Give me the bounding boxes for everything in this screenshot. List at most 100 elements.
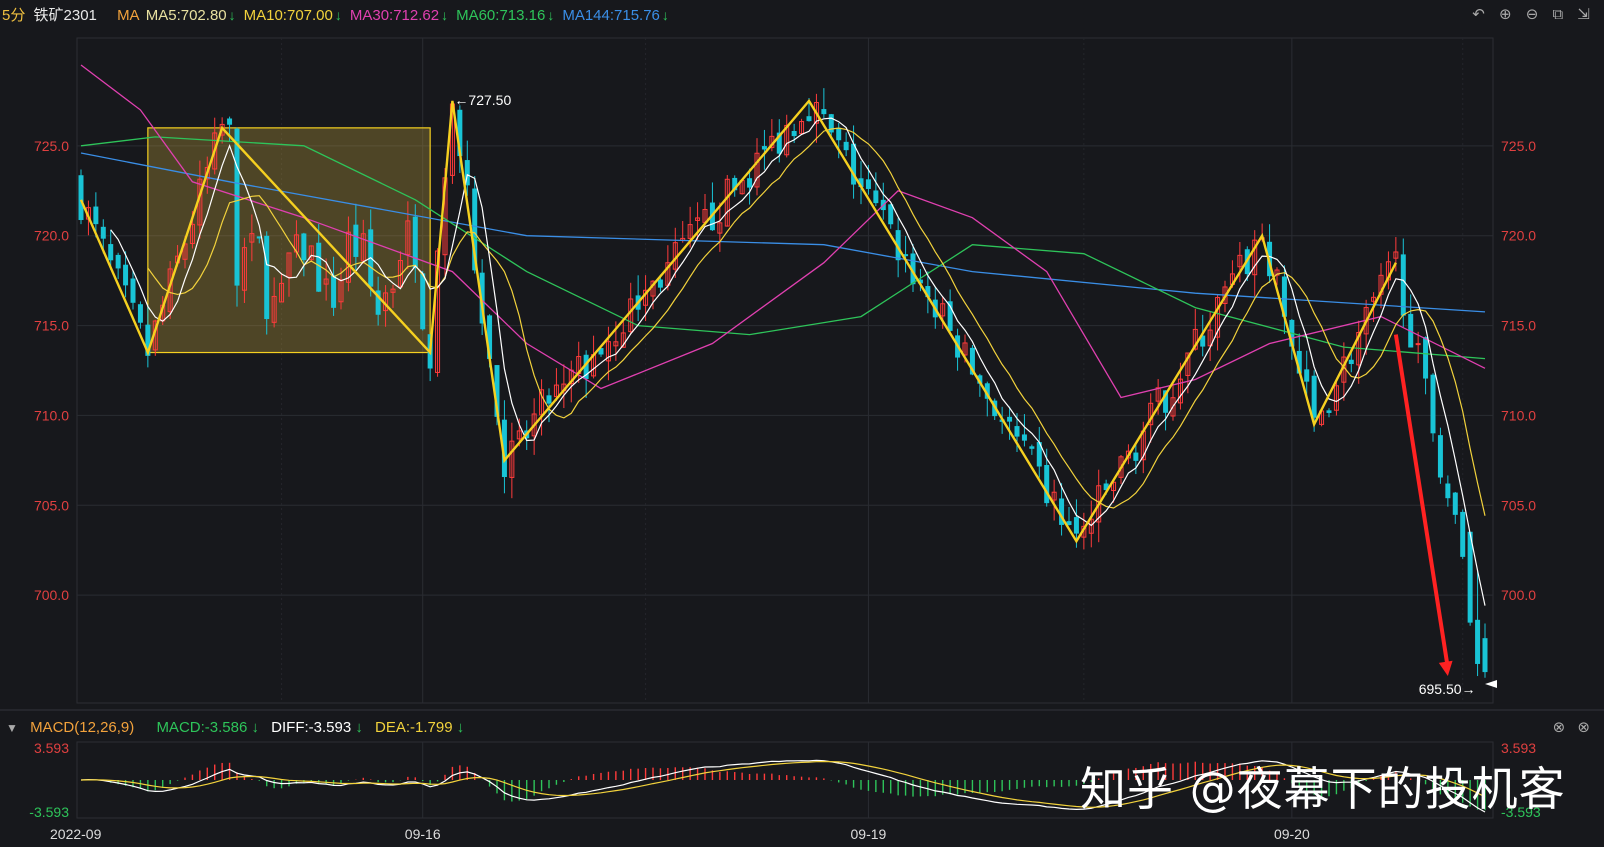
- candle-body: [1073, 517, 1079, 534]
- candle-body: [1007, 416, 1013, 422]
- y-tick-label-left: 710.0: [34, 407, 69, 423]
- candle-body: [100, 226, 106, 239]
- zoom-out-icon[interactable]: ⊖: [1526, 0, 1539, 30]
- candle-body: [1348, 359, 1354, 365]
- y-tick-label-right: 725.0: [1501, 138, 1536, 154]
- chart-toolbar: ↶ ⊕ ⊖ ⧉ ⇲: [1462, 0, 1590, 30]
- candle-body: [1044, 465, 1050, 504]
- expand-icon[interactable]: ⇲: [1577, 0, 1590, 30]
- ma-arrow-icon: ↓: [228, 7, 236, 23]
- ma-arrow-icon: ↓: [334, 7, 342, 23]
- x-tick-label: 09-19: [851, 826, 887, 842]
- candle-body: [865, 179, 871, 189]
- candle-body: [821, 109, 827, 115]
- candle-body: [1467, 531, 1473, 623]
- ma-item-3: MA60:713.16 ↓: [456, 0, 554, 31]
- candle-body: [1445, 483, 1451, 499]
- candle-body: [1482, 638, 1488, 673]
- candle-body: [1311, 375, 1317, 418]
- macd-arrow-icon: ↓: [251, 719, 259, 736]
- ma-label: MA: [117, 7, 140, 24]
- y-tick-label-left: 725.0: [34, 138, 69, 154]
- ma-arrow-icon: ↓: [441, 7, 449, 23]
- y-tick-label-right: 710.0: [1501, 407, 1536, 423]
- window-icon[interactable]: ⧉: [1553, 0, 1564, 30]
- ma-item-2: MA30:712.62 ↓: [350, 0, 448, 31]
- candle-body: [264, 235, 270, 320]
- chart-header: 5分 铁矿2301 MA MA5:702.80 ↓ MA10:707.00 ↓ MA30…: [0, 0, 1604, 30]
- candle-body: [130, 278, 136, 303]
- candle-body: [888, 204, 894, 225]
- diff-value: DIFF:-3.593: [271, 719, 352, 736]
- candle-body: [1437, 435, 1443, 478]
- macd-indicator-label[interactable]: MACD(12,26,9): [30, 717, 134, 739]
- last-price-marker: [1485, 680, 1497, 689]
- y-tick-label-right: 700.0: [1501, 587, 1536, 603]
- high-annotation: ←727.50: [454, 92, 511, 108]
- candle-body: [843, 141, 849, 151]
- watermark: 知乎 @夜幕下的投机客: [1080, 762, 1566, 816]
- ma-item-0: MA5:702.80 ↓: [146, 0, 236, 31]
- macd-tick-left: 3.593: [34, 740, 69, 756]
- candle-body: [1423, 337, 1429, 379]
- ma-item-1: MA10:707.00 ↓: [244, 0, 342, 31]
- symbol-label[interactable]: 铁矿2301: [34, 1, 97, 31]
- candle-body: [137, 304, 143, 323]
- y-tick-label-left: 715.0: [34, 318, 69, 334]
- candle-body: [1304, 369, 1310, 382]
- candle-body: [791, 130, 797, 137]
- collapse-icon[interactable]: ▼: [6, 717, 18, 739]
- zoom-in-icon[interactable]: ⊕: [1499, 0, 1512, 30]
- y-tick-label-right: 715.0: [1501, 318, 1536, 334]
- candle-body: [331, 275, 337, 308]
- candle-body: [93, 206, 99, 225]
- candle-body: [1452, 492, 1458, 515]
- close-icon[interactable]: ⊗: [1577, 717, 1590, 739]
- candle-body: [234, 128, 240, 286]
- candle-body: [747, 178, 753, 188]
- candle-body: [115, 254, 121, 269]
- candle-body: [1066, 521, 1072, 525]
- trend-arrow-head: [1438, 660, 1453, 677]
- settings-icon[interactable]: ⊗: [1553, 717, 1566, 739]
- trend-arrow-line: [1393, 334, 1450, 669]
- candle-body: [1475, 619, 1481, 664]
- candle-body: [1430, 374, 1436, 434]
- macd-tick-left: -3.593: [29, 804, 69, 820]
- candle-body: [123, 264, 129, 286]
- ma-arrow-icon: ↓: [661, 7, 669, 23]
- y-tick-label-left: 700.0: [34, 587, 69, 603]
- low-annotation: 695.50→: [1419, 681, 1476, 697]
- candle-body: [108, 244, 114, 261]
- dea-value: DEA:-1.799: [375, 719, 453, 736]
- candle-body: [761, 146, 767, 150]
- x-tick-label: 2022-09: [50, 826, 102, 842]
- ma-arrow-icon: ↓: [547, 7, 555, 23]
- y-tick-label-left: 720.0: [34, 228, 69, 244]
- dea-arrow-icon: ↓: [456, 719, 465, 736]
- candle-body: [412, 216, 418, 268]
- candle-body: [546, 395, 552, 404]
- candle-body: [256, 236, 262, 239]
- undo-icon[interactable]: ↶: [1472, 0, 1485, 30]
- candle-body: [301, 233, 307, 261]
- x-tick-label: 09-16: [405, 826, 441, 842]
- candle-body: [316, 242, 322, 292]
- candle-body: [836, 127, 842, 141]
- candle-body: [1326, 410, 1332, 413]
- candle-body: [1029, 446, 1035, 449]
- diff-arrow-icon: ↓: [355, 719, 363, 736]
- macd-header: ▼ MACD(12,26,9) MACD:-3.586 ↓ DIFF:-3.59…: [0, 717, 1604, 739]
- candle-body: [657, 279, 663, 288]
- candle-body: [1014, 426, 1020, 437]
- candle-body: [227, 118, 233, 125]
- candle-body: [873, 190, 879, 204]
- period-label[interactable]: 5分: [2, 1, 25, 31]
- y-tick-label-right: 720.0: [1501, 228, 1536, 244]
- candle-body: [1415, 343, 1421, 346]
- candle-body: [806, 116, 812, 122]
- macd-value: MACD:-3.586: [156, 719, 248, 736]
- y-tick-label-right: 705.0: [1501, 497, 1536, 513]
- x-tick-label: 09-20: [1274, 826, 1310, 842]
- candle-body: [420, 273, 426, 330]
